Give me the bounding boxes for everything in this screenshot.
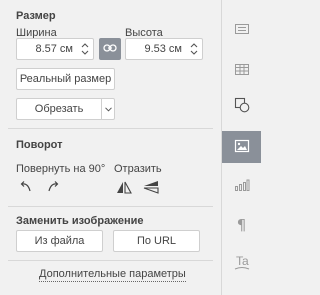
width-spinner[interactable]: [80, 41, 90, 57]
shape-settings-icon: [234, 97, 250, 116]
rotate-right-icon: [46, 180, 60, 197]
rotate-right-button[interactable]: [42, 177, 64, 199]
actual-size-button[interactable]: Реальный размер: [16, 68, 115, 90]
link-icon: [103, 43, 117, 56]
sidebar-item-shape[interactable]: [222, 90, 261, 122]
height-spinner[interactable]: [189, 41, 199, 57]
sidebar-item-paragraph[interactable]: [222, 14, 261, 46]
width-field[interactable]: 8.57 см: [16, 38, 94, 60]
divider: [8, 128, 213, 129]
image-settings-panel: Размер Ширина Высота 8.57 см 9.53 см Реа…: [0, 0, 221, 295]
divider: [8, 206, 213, 207]
rotate-left-button[interactable]: [15, 177, 37, 199]
size-section-title: Размер: [16, 10, 56, 22]
crop-button-label: Обрезать: [17, 99, 103, 119]
flip-vertical-icon: [143, 180, 159, 197]
right-sidebar: ¶ Ta: [221, 0, 261, 295]
width-value: 8.57 см: [35, 43, 73, 55]
flip-vertical-button[interactable]: [140, 177, 162, 199]
rotate-left-icon: [19, 180, 33, 197]
flip-label: Отразить: [114, 163, 162, 175]
sidebar-item-text-art[interactable]: Ta: [222, 248, 261, 280]
constrain-proportions-button[interactable]: [99, 38, 121, 60]
flip-horizontal-icon: [116, 180, 132, 197]
text-art-icon: Ta: [234, 254, 250, 275]
pilcrow-icon: ¶: [236, 216, 247, 234]
height-field[interactable]: 9.53 см: [125, 38, 203, 60]
from-url-button[interactable]: По URL: [113, 230, 200, 252]
sidebar-item-chart[interactable]: [222, 170, 261, 202]
advanced-settings-link[interactable]: Дополнительные параметры: [39, 268, 186, 282]
height-value: 9.53 см: [144, 43, 182, 55]
from-file-button[interactable]: Из файла: [16, 230, 103, 252]
crop-button[interactable]: Обрезать: [16, 98, 115, 120]
paragraph-settings-icon: [234, 22, 250, 39]
sidebar-item-paragraph-marks[interactable]: ¶: [222, 209, 261, 241]
table-settings-icon: [234, 62, 250, 79]
flip-horizontal-button[interactable]: [113, 177, 135, 199]
sidebar-item-image[interactable]: [222, 131, 261, 163]
chart-settings-icon: [234, 178, 250, 195]
chevron-down-icon[interactable]: [102, 106, 114, 112]
rotate-label: Повернуть на 90°: [16, 163, 106, 175]
image-settings-icon: [234, 139, 250, 156]
rotation-section-title: Поворот: [16, 139, 63, 151]
svg-text:Ta: Ta: [236, 254, 249, 268]
replace-section-title: Заменить изображение: [16, 215, 144, 227]
sidebar-item-table[interactable]: [222, 54, 261, 86]
divider: [8, 260, 213, 261]
